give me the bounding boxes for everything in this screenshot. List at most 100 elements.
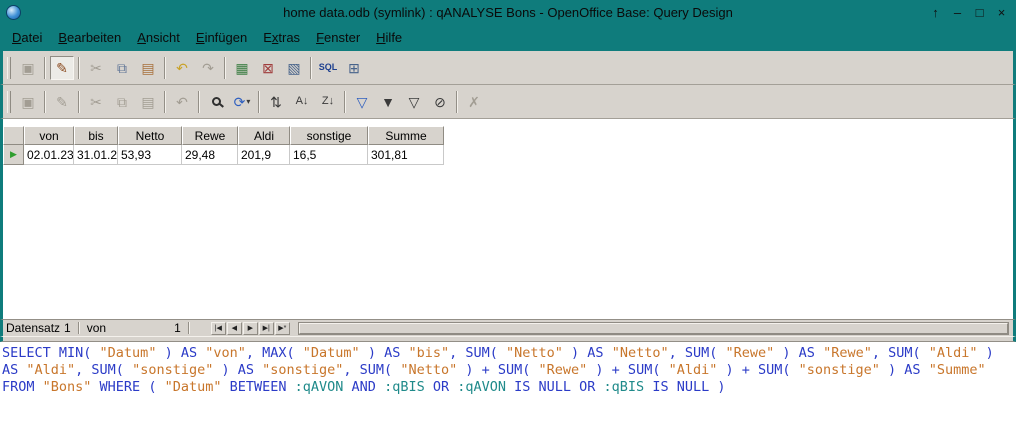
menu-bearbeiten[interactable]: Bearbeiten bbox=[50, 26, 129, 49]
edit-data-button[interactable]: ✎ bbox=[50, 90, 74, 114]
run-query-button[interactable]: ▦ bbox=[230, 56, 254, 80]
table-cell[interactable]: 16,5 bbox=[290, 145, 368, 165]
sort-descending-button[interactable]: Z↓ bbox=[316, 90, 340, 114]
cut-button[interactable]: ✂ bbox=[84, 56, 108, 80]
first-record-button[interactable]: |◀ bbox=[211, 322, 226, 335]
table-corner-cell[interactable] bbox=[3, 126, 24, 145]
column-header-von[interactable]: von bbox=[24, 126, 74, 145]
clear-query-button[interactable]: ⊠ bbox=[256, 56, 280, 80]
menu-hilfe[interactable]: Hilfe bbox=[368, 26, 410, 49]
statusbar-separator bbox=[78, 322, 80, 334]
row-header[interactable]: ▶ bbox=[3, 145, 24, 165]
undo-arrow-icon: ↶ bbox=[176, 95, 188, 109]
sort-ascending-button[interactable]: A↓ bbox=[290, 90, 314, 114]
design-view-button[interactable]: ▧ bbox=[282, 56, 306, 80]
undo-button[interactable]: ↶ bbox=[170, 56, 194, 80]
undo-arrow-icon: ↶ bbox=[176, 61, 188, 75]
maximize-button[interactable]: □ bbox=[970, 3, 989, 21]
apply-filter-icon: ▼ bbox=[381, 95, 395, 109]
redo-button[interactable]: ↷ bbox=[196, 56, 220, 80]
standard-filter-button[interactable]: ▽ bbox=[402, 90, 426, 114]
design-view-icon: ▧ bbox=[287, 61, 300, 75]
toolbar-separator bbox=[344, 91, 346, 113]
query-results-area: vonbisNettoReweAldisonstigeSumme ▶ 02.01.2… bbox=[0, 119, 1016, 319]
toolbar-grip[interactable] bbox=[7, 91, 11, 113]
column-header-sonstige[interactable]: sonstige bbox=[290, 126, 368, 145]
delete-icon: ✗ bbox=[468, 95, 480, 109]
cut-button[interactable]: ✂ bbox=[84, 90, 108, 114]
edit-mode-button[interactable]: ✎ bbox=[50, 56, 74, 80]
clipboard-icon: ▤ bbox=[141, 61, 154, 75]
toolbar-separator bbox=[78, 91, 80, 113]
horizontal-scrollbar-thumb[interactable] bbox=[299, 323, 1008, 334]
column-header-rewe[interactable]: Rewe bbox=[182, 126, 238, 145]
save-button[interactable]: ▣ bbox=[16, 56, 40, 80]
table-cell[interactable]: 53,93 bbox=[118, 145, 182, 165]
auto-filter-icon: ▽ bbox=[357, 95, 368, 109]
table-cell[interactable]: 201,9 bbox=[238, 145, 290, 165]
copy-button[interactable]: ⧉ bbox=[110, 90, 134, 114]
sql-line: FROM "Bons" WHERE ( "Datum" BETWEEN :qAV… bbox=[2, 379, 1016, 396]
last-record-button[interactable]: ▶| bbox=[259, 322, 274, 335]
sort-button[interactable]: ⇅ bbox=[264, 90, 288, 114]
statusbar-separator bbox=[188, 322, 190, 334]
apply-filter-button[interactable]: ▼ bbox=[376, 90, 400, 114]
record-navigation: |◀◀▶▶|▶* bbox=[211, 322, 290, 335]
menu-einfgen[interactable]: Einfügen bbox=[188, 26, 255, 49]
table-cell[interactable]: 301,81 bbox=[368, 145, 444, 165]
table-cell[interactable]: 29,48 bbox=[182, 145, 238, 165]
menu-fenster[interactable]: Fenster bbox=[308, 26, 368, 49]
table-cell[interactable]: 31.01.2 bbox=[74, 145, 118, 165]
column-header-netto[interactable]: Netto bbox=[118, 126, 182, 145]
refresh-button[interactable]: ⟳▾ bbox=[230, 90, 254, 114]
horizontal-scrollbar[interactable] bbox=[298, 322, 1009, 335]
paste-button[interactable]: ▤ bbox=[136, 90, 160, 114]
add-table-button[interactable]: ⊞ bbox=[342, 56, 366, 80]
menu-ansicht[interactable]: Ansicht bbox=[129, 26, 188, 49]
shade-icon: ↑ bbox=[932, 5, 939, 20]
sql-line: AS "Aldi", SUM( "sonstige" ) AS "sonstig… bbox=[2, 362, 1016, 379]
toolbar-grip[interactable] bbox=[7, 57, 11, 79]
toolbar-separator bbox=[78, 57, 80, 79]
toolbar-separator bbox=[456, 91, 458, 113]
pencil-icon: ✎ bbox=[56, 61, 68, 75]
column-header-bis[interactable]: bis bbox=[74, 126, 118, 145]
pencil-icon: ✎ bbox=[56, 95, 68, 109]
new-record-button[interactable]: ▶* bbox=[275, 322, 290, 335]
standard-filter-icon: ▽ bbox=[409, 95, 420, 109]
remove-filter-button[interactable]: ⊘ bbox=[428, 90, 452, 114]
floppy-icon: ▣ bbox=[21, 95, 34, 109]
paste-button[interactable]: ▤ bbox=[136, 56, 160, 80]
copy-button[interactable]: ⧉ bbox=[110, 56, 134, 80]
sql-icon: SQL bbox=[319, 63, 338, 72]
record-of-label: von bbox=[87, 321, 106, 335]
sql-view-button[interactable]: SQL bbox=[316, 56, 340, 80]
next-record-button[interactable]: ▶ bbox=[243, 322, 258, 335]
table-row: ▶ 02.01.2331.01.253,9329,48201,916,5301,8… bbox=[3, 145, 444, 165]
auto-filter-button[interactable]: ▽ bbox=[350, 90, 374, 114]
maximize-icon: □ bbox=[976, 5, 984, 20]
undo-button[interactable]: ↶ bbox=[170, 90, 194, 114]
shade-button[interactable]: ↑ bbox=[926, 3, 945, 21]
minimize-button[interactable]: – bbox=[948, 3, 967, 21]
table-cell[interactable]: 02.01.23 bbox=[24, 145, 74, 165]
save-record-button[interactable]: ▣ bbox=[16, 90, 40, 114]
find-record-button[interactable] bbox=[204, 90, 228, 114]
toolbar-separator bbox=[224, 57, 226, 79]
base-query-design-window: home data.odb (symlink) : qANALYSE Bons … bbox=[0, 0, 1016, 421]
previous-record-button[interactable]: ◀ bbox=[227, 322, 242, 335]
column-header-summe[interactable]: Summe bbox=[368, 126, 444, 145]
toolbar-table-data: ▣ ✎ ✂⧉▤ ↶ ⟳▾ ⇅ A↓ Z↓ ▽ ▼ ▽ ⊘ ✗ bbox=[0, 85, 1016, 119]
close-button[interactable]: × bbox=[992, 3, 1011, 21]
clear-query-icon: ⊠ bbox=[262, 61, 274, 75]
delete-record-button[interactable]: ✗ bbox=[462, 90, 486, 114]
sort-asc-icon: A↓ bbox=[296, 96, 309, 107]
sql-editor[interactable]: SELECT MIN( "Datum" ) AS "von", MAX( "Da… bbox=[0, 342, 1016, 421]
current-row-pointer-icon: ▶ bbox=[10, 149, 17, 160]
column-header-aldi[interactable]: Aldi bbox=[238, 126, 290, 145]
menu-datei[interactable]: Datei bbox=[4, 26, 50, 49]
copy-icon: ⧉ bbox=[117, 61, 127, 75]
menu-extras[interactable]: Extras bbox=[255, 26, 308, 49]
toolbar-separator bbox=[164, 91, 166, 113]
record-label: Datensatz bbox=[6, 321, 60, 335]
